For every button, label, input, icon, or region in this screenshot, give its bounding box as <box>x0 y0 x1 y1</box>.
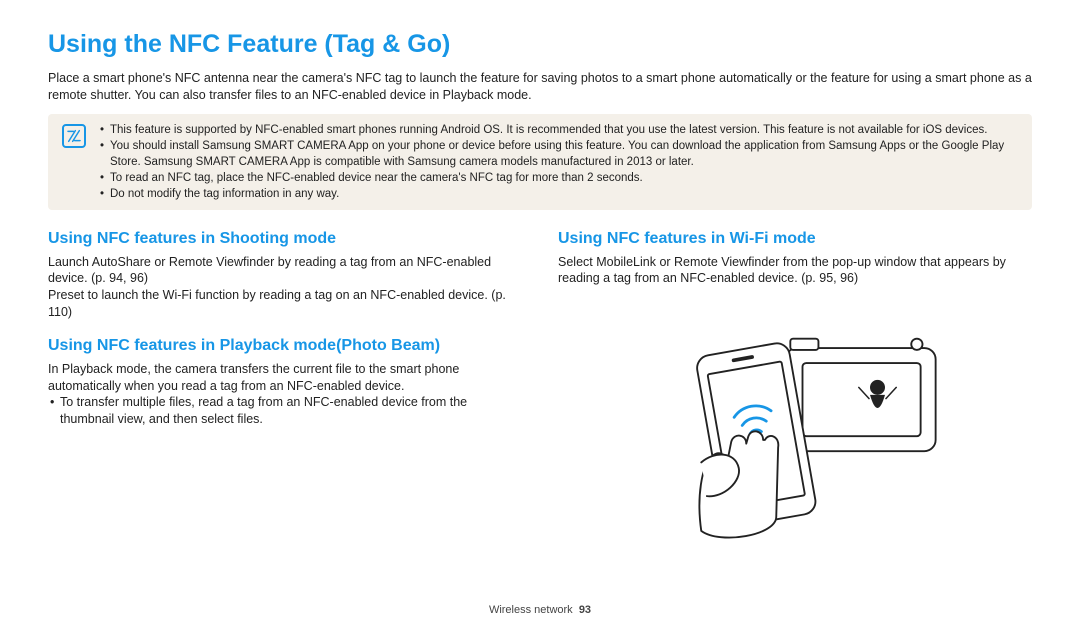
intro-paragraph: Place a smart phone's NFC antenna near t… <box>48 70 1032 104</box>
note-item: This feature is supported by NFC-enabled… <box>100 122 1018 138</box>
page-title: Using the NFC Feature (Tag & Go) <box>48 28 1032 62</box>
section-playback: Using NFC features in Playback mode(Phot… <box>48 335 522 428</box>
left-column: Using NFC features in Shooting mode Laun… <box>48 228 522 545</box>
footer-page-number: 93 <box>579 604 591 616</box>
section-heading: Using NFC features in Playback mode(Phot… <box>48 335 522 357</box>
nfc-illustration: NFC <box>558 301 1032 545</box>
right-column: Using NFC features in Wi-Fi mode Select … <box>558 228 1032 545</box>
note-icon <box>62 124 86 148</box>
note-item: Do not modify the tag information in any… <box>100 186 1018 202</box>
section-wifi: Using NFC features in Wi-Fi mode Select … <box>558 228 1032 287</box>
section-body: Select MobileLink or Remote Viewfinder f… <box>558 254 1032 288</box>
note-box: This feature is supported by NFC-enabled… <box>48 114 1032 210</box>
section-heading: Using NFC features in Wi-Fi mode <box>558 228 1032 250</box>
footer-section: Wireless network <box>489 604 573 616</box>
section-body: In Playback mode, the camera transfers t… <box>48 361 522 395</box>
section-body: Preset to launch the Wi-Fi function by r… <box>48 287 522 321</box>
page-footer: Wireless network 93 <box>0 603 1080 618</box>
content-columns: Using NFC features in Shooting mode Laun… <box>48 228 1032 545</box>
section-body: Launch AutoShare or Remote Viewfinder by… <box>48 254 522 288</box>
note-list: This feature is supported by NFC-enabled… <box>100 122 1018 202</box>
section-heading: Using NFC features in Shooting mode <box>48 228 522 250</box>
note-item: You should install Samsung SMART CAMERA … <box>100 138 1018 170</box>
section-shooting: Using NFC features in Shooting mode Laun… <box>48 228 522 321</box>
note-item: To read an NFC tag, place the NFC-enable… <box>100 170 1018 186</box>
section-bullet: To transfer multiple files, read a tag f… <box>48 394 522 428</box>
